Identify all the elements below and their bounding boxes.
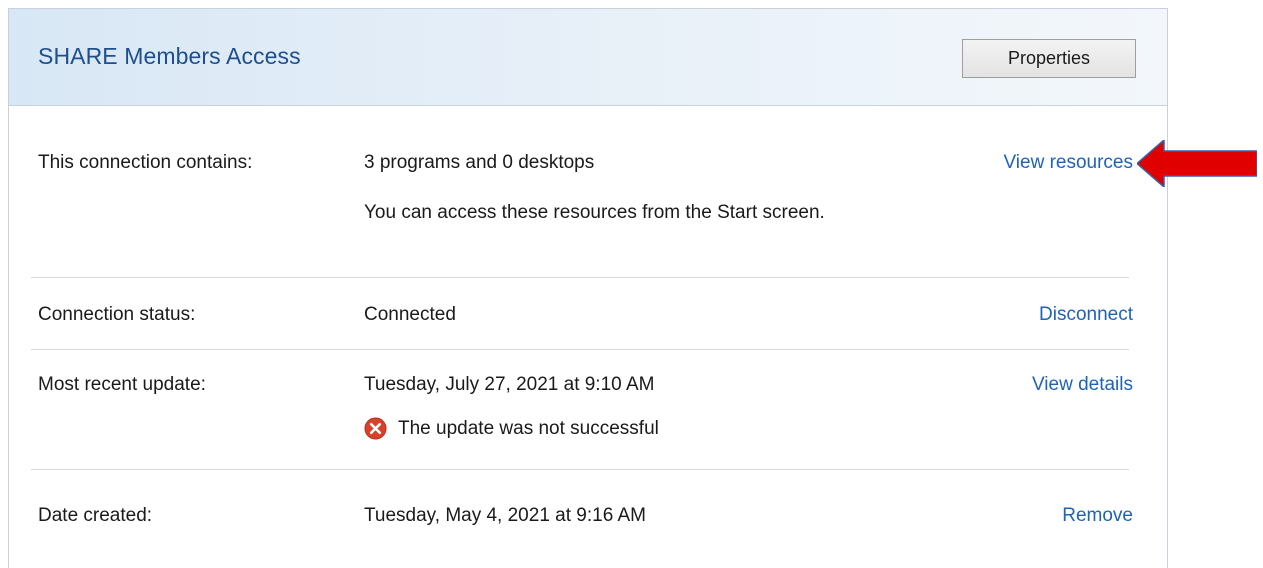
- created-value: Tuesday, May 4, 2021 at 9:16 AM: [364, 505, 646, 526]
- panel-header: SHARE Members Access Properties: [9, 9, 1167, 106]
- error-message: The update was not successful: [398, 418, 659, 439]
- disconnect-link[interactable]: Disconnect: [1039, 303, 1133, 327]
- status-label: Connection status:: [38, 304, 196, 325]
- connection-title: SHARE Members Access: [38, 43, 301, 69]
- created-label: Date created:: [38, 505, 153, 526]
- update-label: Most recent update:: [38, 374, 206, 395]
- error-x-icon: [364, 417, 387, 440]
- divider: [31, 469, 1129, 470]
- contains-note: You can access these resources from the …: [364, 202, 825, 223]
- view-resources-link[interactable]: View resources: [1003, 151, 1133, 175]
- contains-value: 3 programs and 0 desktops: [364, 152, 595, 173]
- status-value: Connected: [364, 304, 456, 325]
- divider: [31, 277, 1129, 278]
- properties-button[interactable]: Properties: [962, 39, 1136, 78]
- divider: [31, 349, 1129, 350]
- red-arrow-icon: [1137, 140, 1257, 187]
- remove-link[interactable]: Remove: [1062, 504, 1133, 528]
- view-details-link[interactable]: View details: [1032, 373, 1133, 397]
- update-value: Tuesday, July 27, 2021 at 9:10 AM: [364, 374, 655, 395]
- contains-label: This connection contains:: [38, 152, 253, 173]
- connection-panel: SHARE Members Access Properties: [8, 8, 1168, 568]
